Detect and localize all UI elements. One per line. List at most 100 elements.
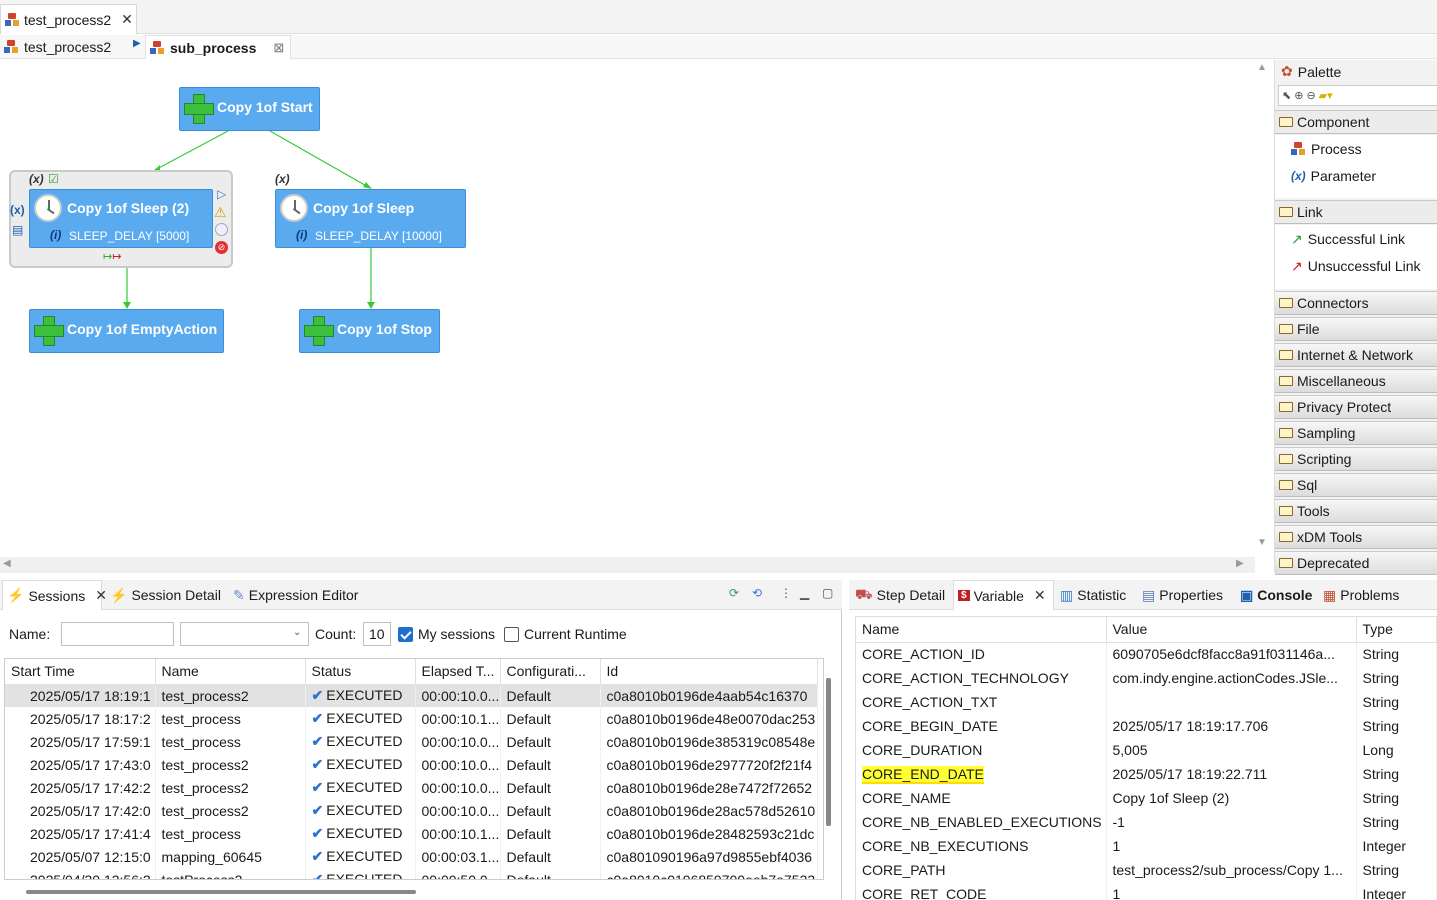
table-row[interactable]: CORE_NB_EXECUTIONS 1 Integer xyxy=(856,834,1437,858)
column-header[interactable]: Configurati... xyxy=(500,659,601,685)
column-header[interactable]: Value xyxy=(1106,617,1357,643)
process-canvas[interactable]: Copy 1of Start (x) ☑ (x) ▤ Copy 1of Slee… xyxy=(0,60,1255,557)
column-header[interactable]: Start Time xyxy=(5,659,156,685)
breadcrumb-current[interactable]: sub_process ⊠ xyxy=(145,35,292,59)
table-row[interactable]: CORE_END_DATE 2025/05/17 18:19:22.711 Stri… xyxy=(856,762,1437,786)
tab-console[interactable]: ▣ Console xyxy=(1236,580,1316,610)
tab-statistic[interactable]: ▥ Statistic xyxy=(1056,580,1130,610)
table-row[interactable]: CORE_ACTION_TXT String xyxy=(856,690,1437,714)
note-icon[interactable]: ▰▾ xyxy=(1319,89,1333,102)
scroll-down-icon[interactable]: ▼ xyxy=(1257,537,1267,548)
select-tool-icon[interactable]: ⬉ xyxy=(1282,89,1291,102)
column-header[interactable]: Name xyxy=(856,617,1107,643)
column-header[interactable]: Type xyxy=(1356,617,1437,643)
scroll-up-icon[interactable]: ▲ xyxy=(1257,62,1267,73)
node-sleep[interactable]: Copy 1of Sleep (i) SLEEP_DELAY [10000] xyxy=(275,189,466,248)
tab-step-detail[interactable]: ⛟ Step Detail xyxy=(851,580,949,610)
link-handles-icon[interactable]: ↦↦ xyxy=(103,250,121,263)
drawer-scripting[interactable]: Scripting xyxy=(1275,447,1437,471)
table-row[interactable]: 2025/05/17 17:42:2 test_process2 ✔ EXECUTED… xyxy=(5,776,818,799)
start-time-cell: 2025/05/17 18:19:1 xyxy=(5,684,156,707)
cell-text: EXECUTED xyxy=(326,687,403,704)
table-row[interactable]: CORE_PATH test_process2/sub_process/Copy … xyxy=(856,858,1437,882)
palette-item-successful-link[interactable]: ↗ Successful Link xyxy=(1291,228,1405,250)
step-icon: ⛟ xyxy=(855,585,873,602)
tab-sessions[interactable]: ⚡ Sessions ✕ xyxy=(2,580,107,610)
table-row[interactable]: 2025/05/17 17:59:1 test_process ✔ EXECUTED 0… xyxy=(5,730,818,753)
play-icon[interactable]: ▷ xyxy=(217,187,226,201)
palette-title[interactable]: ✿ Palette xyxy=(1281,63,1341,80)
palette-item-parameter[interactable]: (x) Parameter xyxy=(1291,165,1376,187)
my-sessions-checkbox[interactable]: My sessions xyxy=(398,622,495,646)
sessions-vertical-scrollbar[interactable] xyxy=(826,678,831,826)
cell-text: String xyxy=(1362,670,1400,686)
node-empty-action[interactable]: Copy 1of EmptyAction xyxy=(29,309,224,353)
name-input[interactable] xyxy=(61,622,174,646)
count-input[interactable]: 10 xyxy=(363,622,391,646)
tab-label: Statistic xyxy=(1077,587,1127,603)
filter-icon[interactable]: ⟲ xyxy=(752,586,762,600)
scroll-right-icon[interactable]: ▶ xyxy=(1236,558,1244,569)
zoom-out-icon[interactable]: ⊖ xyxy=(1306,89,1315,102)
drawer-connectors[interactable]: Connectors xyxy=(1275,291,1437,315)
drawer-deprecated[interactable]: Deprecated xyxy=(1275,551,1437,575)
column-header[interactable]: Status xyxy=(305,659,416,685)
table-row[interactable]: CORE_BEGIN_DATE 2025/05/17 18:19:17.706 St… xyxy=(856,714,1437,738)
palette-item-unsuccessful-link[interactable]: ↗ Unsuccessful Link xyxy=(1291,255,1421,277)
maximize-icon[interactable]: ▢ xyxy=(822,586,833,600)
tab-problems[interactable]: ▦ Problems xyxy=(1319,580,1403,610)
breadcrumb-root[interactable]: test_process2 xyxy=(4,35,111,59)
menu-icon[interactable]: ⋮ xyxy=(780,586,792,600)
table-row[interactable]: 2025/05/17 17:43:0 test_process2 ✔ EXECUTED… xyxy=(5,753,818,776)
variable-type-cell: String xyxy=(1356,690,1437,714)
table-row[interactable]: CORE_RET_CODE 1 Integer xyxy=(856,882,1437,900)
table-row[interactable]: 2025/04/30 12:56:2 testProcess2 ✔ EXECUTED 0… xyxy=(5,868,818,879)
tab-expression-editor[interactable]: ✎ Expression Editor xyxy=(229,580,362,610)
tab-session-detail[interactable]: ⚡ Session Detail xyxy=(106,580,225,610)
drawer-link[interactable]: Link xyxy=(1275,200,1437,224)
tab-variable[interactable]: $ Variable ✕ xyxy=(953,580,1054,610)
close-icon[interactable]: ⊠ xyxy=(273,40,284,56)
drawer-file[interactable]: File xyxy=(1275,317,1437,341)
node-start[interactable]: Copy 1of Start xyxy=(179,87,320,131)
column-header[interactable]: Elapsed T... xyxy=(415,659,501,685)
table-row[interactable]: 2025/05/17 18:17:2 test_process ✔ EXECUTED 0… xyxy=(5,707,818,730)
canvas-vertical-scrollbar[interactable]: ▲ ▼ xyxy=(1255,60,1271,557)
drawer-sampling[interactable]: Sampling xyxy=(1275,421,1437,445)
table-row[interactable]: CORE_ACTION_TECHNOLOGY com.indy.engine.ac… xyxy=(856,666,1437,690)
table-row[interactable]: 2025/05/07 12:15:0 mapping_60645 ✔ EXECUTED… xyxy=(5,845,818,868)
table-row[interactable]: 2025/05/17 17:41:4 test_process ✔ EXECUTED 0… xyxy=(5,822,818,845)
table-row[interactable]: CORE_ACTION_ID 6090705e6dcf8facc8a91f0311… xyxy=(856,642,1437,666)
refresh-icon[interactable]: ⟳ xyxy=(729,586,739,600)
table-row[interactable]: CORE_NAME Copy 1of Sleep (2) String xyxy=(856,786,1437,810)
close-icon[interactable]: ✕ xyxy=(1034,587,1046,604)
node-sleep-2[interactable]: Copy 1of Sleep (2) (i) SLEEP_DELAY [5000… xyxy=(29,189,213,248)
drawer-privacy[interactable]: Privacy Protect xyxy=(1275,395,1437,419)
tab-properties[interactable]: ▤ Properties xyxy=(1138,580,1227,610)
close-icon[interactable]: ✕ xyxy=(121,11,133,28)
table-row[interactable]: 2025/05/17 18:19:1 test_process2 ✔ EXECUTED… xyxy=(5,684,818,707)
current-runtime-checkbox[interactable]: Current Runtime xyxy=(504,622,627,646)
drawer-component[interactable]: Component xyxy=(1275,110,1437,134)
palette-item-process[interactable]: Process xyxy=(1291,138,1362,160)
sessions-horizontal-scrollbar[interactable] xyxy=(26,890,416,894)
zoom-in-icon[interactable]: ⊕ xyxy=(1294,89,1303,102)
table-row[interactable]: CORE_DURATION 5,005 Long xyxy=(856,738,1437,762)
column-header[interactable]: Name xyxy=(155,659,306,685)
minimize-icon[interactable]: ▁ xyxy=(800,586,809,600)
editor-tab[interactable]: test_process2 ✕ xyxy=(0,4,137,34)
drawer-xdm[interactable]: xDM Tools xyxy=(1275,525,1437,549)
node-stop[interactable]: Copy 1of Stop xyxy=(299,309,440,353)
canvas-horizontal-scrollbar[interactable]: ◀ ▶ xyxy=(0,557,1255,573)
name-select[interactable]: ⌄ xyxy=(180,622,309,646)
status-cell: ✔ EXECUTED xyxy=(305,730,416,753)
drawer-internet[interactable]: Internet & Network xyxy=(1275,343,1437,367)
drawer-tools[interactable]: Tools xyxy=(1275,499,1437,523)
drawer-sql[interactable]: Sql xyxy=(1275,473,1437,497)
column-header[interactable]: Id xyxy=(600,659,818,685)
scroll-left-icon[interactable]: ◀ xyxy=(3,558,11,569)
table-row[interactable]: CORE_NB_ENABLED_EXECUTIONS -1 String xyxy=(856,810,1437,834)
drawer-misc[interactable]: Miscellaneous xyxy=(1275,369,1437,393)
action-icon xyxy=(34,316,64,346)
table-row[interactable]: 2025/05/17 17:42:0 test_process2 ✔ EXECUTED… xyxy=(5,799,818,822)
